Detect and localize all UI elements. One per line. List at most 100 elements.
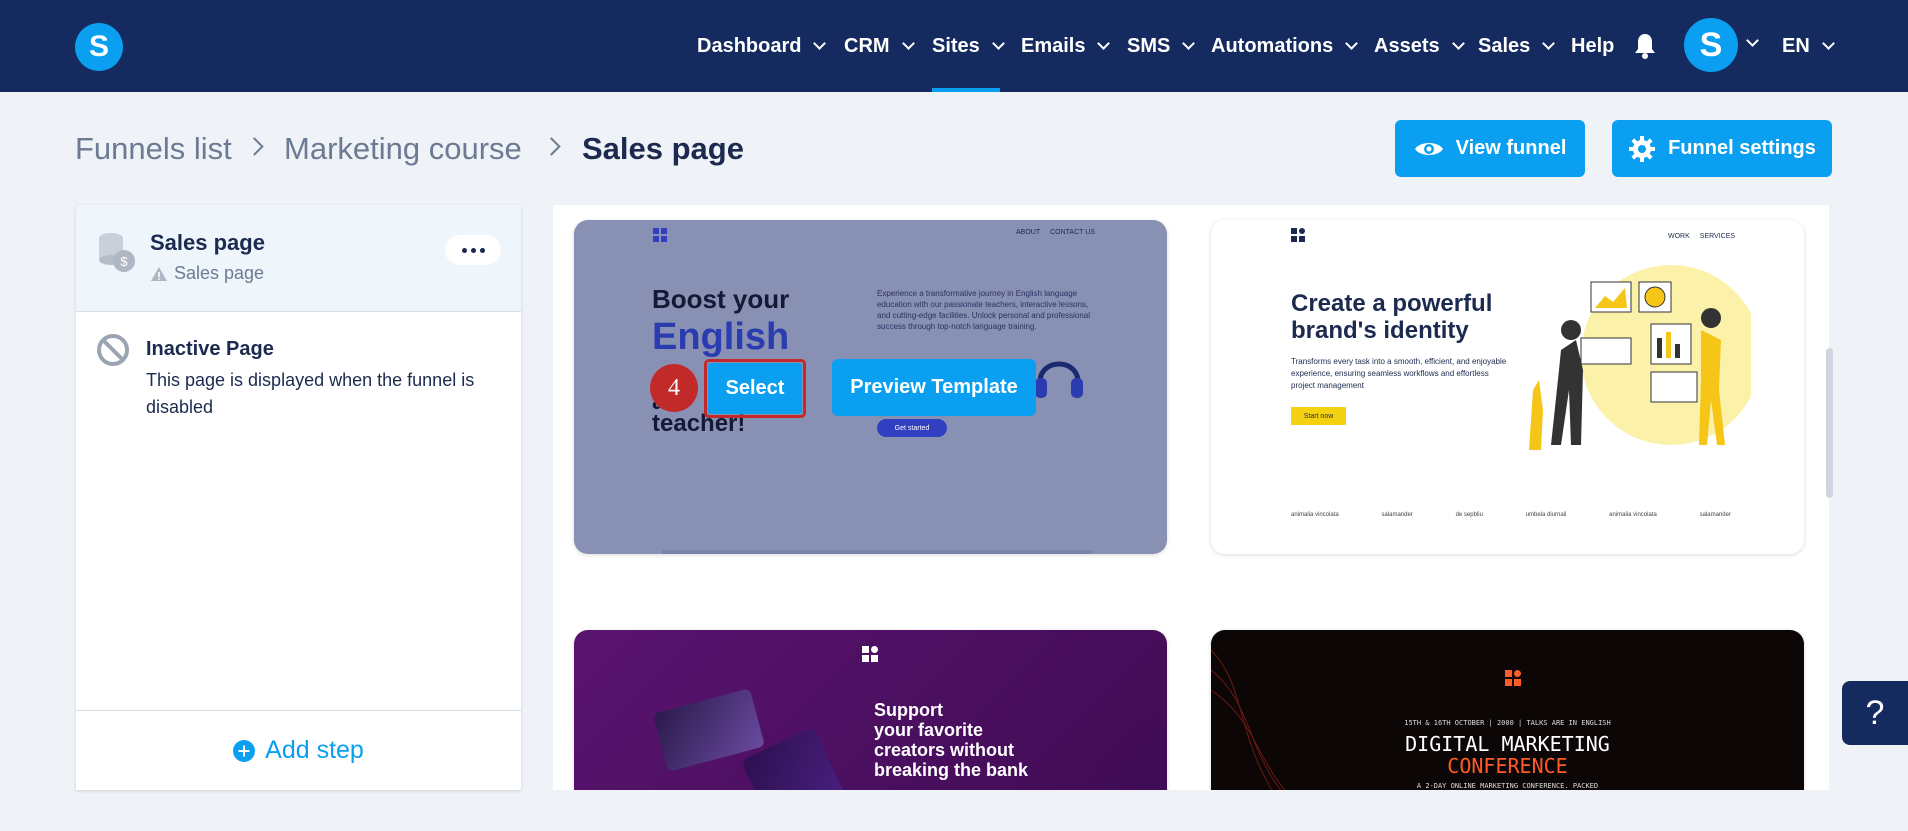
select-template-button[interactable]: Select bbox=[708, 363, 802, 414]
template-card-brand[interactable]: WORK SERVICES Create a powerful brand's … bbox=[1211, 220, 1804, 554]
funnel-settings-label: Funnel settings bbox=[1668, 137, 1816, 159]
partner-logo: salamander bbox=[1381, 512, 1413, 518]
template-card-conference[interactable]: 15TH & 16TH OCTOBER | 2000 | TALKS ARE I… bbox=[1211, 630, 1804, 790]
coins-icon: $ bbox=[99, 233, 135, 272]
template-logo-icon bbox=[1291, 228, 1305, 242]
step-number-badge: 4 bbox=[650, 364, 698, 412]
step-sales-page[interactable]: $ Sales page Sales page bbox=[76, 205, 521, 312]
funnel-steps-sidebar: $ Sales page Sales page Inactive Page Th… bbox=[76, 205, 521, 790]
eye-icon bbox=[1414, 142, 1443, 155]
nav-crm-label: CRM bbox=[844, 34, 890, 57]
warning-icon bbox=[151, 266, 167, 281]
breadcrumb-funnels-list[interactable]: Funnels list bbox=[75, 131, 232, 167]
template-nav: WORK SERVICES bbox=[1668, 233, 1735, 240]
nav-sites-label: Sites bbox=[932, 34, 980, 57]
breadcrumb-marketing-course[interactable]: Marketing course bbox=[284, 131, 522, 167]
preview-template-button[interactable]: Preview Template bbox=[832, 359, 1036, 416]
app-logo[interactable]: S bbox=[75, 23, 123, 71]
chevron-down-icon bbox=[1097, 37, 1111, 50]
template-headline: Support your favorite creators without b… bbox=[874, 700, 1029, 780]
template-card-creators[interactable]: Support your favorite creators without b… bbox=[574, 630, 1167, 790]
partner-logo: salamander bbox=[1699, 512, 1731, 518]
inactive-page-description: This page is displayed when the funnel i… bbox=[146, 370, 475, 417]
template-subtitle: A 2-DAY ONLINE MARKETING CONFERENCE. PAC… bbox=[1416, 782, 1599, 790]
active-nav-indicator bbox=[932, 88, 1000, 92]
step-title: Sales page bbox=[150, 230, 265, 255]
template-logo-icon bbox=[1505, 670, 1521, 686]
nav-sales[interactable]: Sales bbox=[1478, 30, 1556, 62]
nav-assets-label: Assets bbox=[1374, 34, 1440, 57]
gear-icon bbox=[1629, 135, 1656, 162]
top-navbar: S Dashboard CRM Sites Emails SMS Automat… bbox=[0, 0, 1908, 92]
template-headline-accent: CONFERENCE bbox=[1447, 754, 1568, 778]
breadcrumb-current: Sales page bbox=[582, 131, 744, 166]
help-widget-button[interactable]: ? bbox=[1842, 681, 1908, 745]
template-headline-accent: English bbox=[652, 316, 790, 358]
nav-emails[interactable]: Emails bbox=[1021, 30, 1111, 62]
chevron-down-icon bbox=[1821, 37, 1835, 50]
user-avatar[interactable]: S bbox=[1684, 18, 1738, 72]
nav-automations[interactable]: Automations bbox=[1211, 30, 1359, 62]
dot-icon bbox=[470, 247, 476, 253]
template-cta: Get started bbox=[877, 419, 947, 437]
dot-icon bbox=[479, 247, 485, 253]
template-nav-item: WORK bbox=[1668, 233, 1690, 240]
add-step-label: Add step bbox=[265, 736, 364, 764]
chevron-down-icon bbox=[1345, 37, 1359, 50]
template-paragraph: Experience a transformative journey in E… bbox=[877, 289, 1091, 331]
template-event-date: 15TH & 16TH OCTOBER | 2000 | TALKS ARE I… bbox=[1404, 719, 1611, 727]
chevron-down-icon bbox=[813, 37, 827, 50]
svg-text:$: $ bbox=[120, 254, 128, 269]
partner-logo: de sepbliu bbox=[1455, 512, 1483, 518]
nav-sms-label: SMS bbox=[1127, 34, 1171, 57]
nav-emails-label: Emails bbox=[1021, 34, 1086, 57]
language-label: EN bbox=[1782, 34, 1810, 57]
chevron-down-icon bbox=[991, 37, 1005, 50]
template-nav: ABOUT CONTACT US bbox=[1016, 229, 1095, 236]
nav-sites[interactable]: Sites bbox=[932, 30, 1005, 62]
nav-automations-label: Automations bbox=[1211, 34, 1334, 57]
template-logo-row: animalia vincolata salamander de sepbliu… bbox=[1291, 512, 1731, 518]
chevron-down-icon bbox=[901, 37, 915, 50]
nav-assets[interactable]: Assets bbox=[1374, 30, 1465, 62]
template-nav-item: CONTACT US bbox=[1050, 229, 1095, 236]
chevron-right-icon bbox=[245, 137, 264, 156]
bell-icon[interactable] bbox=[1633, 32, 1657, 60]
templates-gallery: ABOUT CONTACT US Boost your English a...… bbox=[553, 205, 1829, 790]
step-more-button[interactable] bbox=[445, 235, 501, 265]
plus-circle-icon bbox=[233, 739, 256, 762]
template-logo-icon bbox=[653, 228, 667, 242]
step-subtitle-label: Sales page bbox=[174, 263, 265, 283]
view-funnel-button[interactable]: View funnel bbox=[1395, 120, 1585, 177]
language-selector[interactable]: EN bbox=[1782, 30, 1835, 62]
nav-help-label: Help bbox=[1571, 34, 1615, 57]
template-logo-icon bbox=[862, 646, 878, 662]
template-headline: Create a powerful brand's identity bbox=[1291, 290, 1493, 344]
add-step-button[interactable]: Add step bbox=[76, 710, 521, 790]
nav-help[interactable]: Help bbox=[1571, 30, 1614, 62]
partner-logo: animalia vincolata bbox=[1291, 512, 1339, 518]
chevron-down-icon[interactable] bbox=[1746, 34, 1759, 47]
chevron-right-icon bbox=[542, 137, 561, 156]
inactive-page-title[interactable]: Inactive Page bbox=[146, 338, 274, 361]
nav-sms[interactable]: SMS bbox=[1127, 30, 1196, 62]
chevron-down-icon bbox=[1542, 37, 1556, 50]
nav-sales-label: Sales bbox=[1478, 34, 1531, 57]
nav-crm[interactable]: CRM bbox=[844, 30, 915, 62]
illustration-icon bbox=[1529, 265, 1751, 450]
template-headline: Boost your bbox=[652, 284, 790, 314]
headphones-icon bbox=[1035, 361, 1083, 398]
chevron-down-icon bbox=[1451, 37, 1465, 50]
template-paragraph: Transforms every task into a smooth, eff… bbox=[1291, 357, 1507, 390]
nav-dashboard[interactable]: Dashboard bbox=[697, 30, 827, 62]
view-funnel-label: View funnel bbox=[1455, 137, 1567, 159]
partner-logo: animalia vincolata bbox=[1609, 512, 1657, 518]
template-nav-item: SERVICES bbox=[1699, 233, 1736, 240]
template-nav-item: ABOUT bbox=[1016, 229, 1041, 236]
template-headline: DIGITAL MARKETING bbox=[1405, 732, 1610, 756]
templates-scrollbar[interactable] bbox=[1826, 348, 1833, 498]
nav-dashboard-label: Dashboard bbox=[697, 34, 802, 57]
partner-logo: umbela diurnali bbox=[1525, 512, 1567, 518]
funnel-settings-button[interactable]: Funnel settings bbox=[1612, 120, 1832, 177]
dot-icon bbox=[461, 247, 467, 253]
